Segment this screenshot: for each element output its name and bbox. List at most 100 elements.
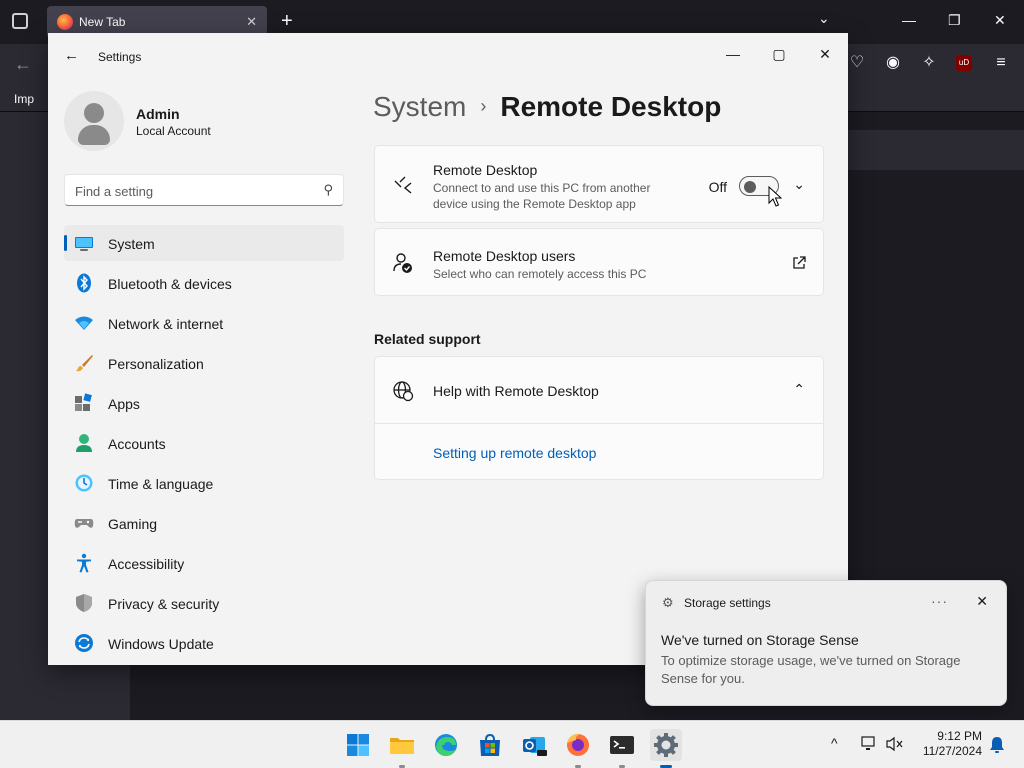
sidebar-item-label: Personalization xyxy=(108,356,204,372)
notification-bell-icon[interactable] xyxy=(989,736,1005,754)
sidebar-item-system[interactable]: System xyxy=(64,225,344,261)
sidebar-item-label: System xyxy=(108,236,155,252)
window-title: Settings xyxy=(98,50,142,64)
system-icon xyxy=(75,237,93,251)
extensions-icon[interactable]: ✧ xyxy=(920,54,938,72)
store-taskbar-button[interactable] xyxy=(474,729,506,761)
more-options-button[interactable]: ··· xyxy=(931,593,948,609)
maximize-button[interactable]: ▢ xyxy=(756,39,802,69)
sidebar-item-label: Gaming xyxy=(108,516,158,532)
sidebar-item-accessibility[interactable]: Accessibility xyxy=(64,545,344,581)
remote-desktop-icon xyxy=(394,176,412,194)
search-box[interactable]: ⚲ xyxy=(64,174,344,206)
external-link-icon[interactable] xyxy=(791,255,807,271)
apps-icon xyxy=(75,393,92,411)
gamepad-icon xyxy=(74,519,94,528)
sidebar-item-label: Network & internet xyxy=(108,316,224,332)
store-icon xyxy=(480,733,500,756)
sidebar-item-label: Privacy & security xyxy=(108,596,220,612)
toast-body: To optimize storage usage, we've turned … xyxy=(661,653,961,686)
sidebar-item-windows-update[interactable]: Windows Update xyxy=(64,625,344,661)
firefox-back-icon[interactable]: ← xyxy=(14,54,32,75)
accessibility-icon xyxy=(77,553,91,573)
remote-desktop-users-card[interactable]: Remote Desktop users Select who can remo… xyxy=(374,228,824,296)
start-button[interactable] xyxy=(342,729,374,761)
globe-help-icon xyxy=(393,381,414,402)
storage-toast[interactable]: ⚙ Storage settings ··· ✕ We've turned on… xyxy=(645,580,1007,706)
volume-muted-icon[interactable] xyxy=(886,736,904,752)
setup-remote-desktop-link[interactable]: Setting up remote desktop xyxy=(433,445,596,461)
firefox-minimize-button[interactable]: — xyxy=(902,12,916,28)
toast-heading: We've turned on Storage Sense xyxy=(661,632,859,648)
outlook-icon xyxy=(523,737,547,756)
minimize-button[interactable]: — xyxy=(710,39,756,69)
file-explorer-taskbar-button[interactable] xyxy=(386,729,418,768)
firefox-restore-button[interactable]: ❐ xyxy=(948,12,961,29)
toggle-knob xyxy=(744,181,756,193)
clock-date: 11/27/2024 xyxy=(922,744,982,758)
search-icon: ⚲ xyxy=(323,182,333,197)
chevron-up-icon[interactable]: ⌃ xyxy=(793,381,805,398)
edge-taskbar-button[interactable] xyxy=(430,729,462,761)
account-type: Local Account xyxy=(136,124,211,138)
terminal-taskbar-button[interactable] xyxy=(606,729,638,768)
card-description: Select who can remotely access this PC xyxy=(433,267,647,281)
tray-chevron-up-icon[interactable]: ^ xyxy=(831,735,838,751)
sidebar-item-label: Accounts xyxy=(108,436,166,452)
toggle-state-label: Off xyxy=(708,179,727,195)
close-button[interactable]: ✕ xyxy=(802,39,848,69)
bluetooth-icon xyxy=(77,273,91,293)
pocket-icon[interactable]: ♡ xyxy=(848,54,866,72)
firefox-search-strip xyxy=(848,130,1024,170)
shield-icon xyxy=(76,594,92,612)
system-clock[interactable]: 9:12 PM 11/27/2024 xyxy=(912,729,982,759)
sidebar-item-personalization[interactable]: Personalization xyxy=(64,345,344,381)
toast-app-name: Storage settings xyxy=(684,596,771,610)
firefox-taskbar-button[interactable] xyxy=(562,729,594,768)
firefox-tab-title: New Tab xyxy=(79,15,126,29)
section-heading: Related support xyxy=(374,331,481,347)
sidebar-item-label: Apps xyxy=(108,396,140,412)
sidebar-nav: System Bluetooth & devices Network & int… xyxy=(64,225,344,665)
chevron-down-icon[interactable]: ⌄ xyxy=(793,176,805,193)
sidebar-item-bluetooth[interactable]: Bluetooth & devices xyxy=(64,265,344,301)
card-title: Remote Desktop xyxy=(433,162,538,178)
firefox-view-icon[interactable] xyxy=(12,13,28,29)
settings-taskbar-button[interactable] xyxy=(650,729,682,768)
account-icon[interactable]: ◉ xyxy=(884,54,902,72)
sidebar-item-gaming[interactable]: Gaming xyxy=(64,505,344,541)
time-language-icon xyxy=(75,474,93,492)
new-tab-button[interactable]: + xyxy=(281,10,293,33)
sidebar-item-accounts[interactable]: Accounts xyxy=(64,425,344,461)
menu-icon[interactable]: ≡ xyxy=(992,54,1010,72)
page-title: Remote Desktop xyxy=(500,91,722,122)
outlook-taskbar-button[interactable] xyxy=(518,729,550,761)
folder-icon xyxy=(390,738,414,754)
card-title: Remote Desktop users xyxy=(433,248,576,264)
clock-time: 9:12 PM xyxy=(937,729,982,743)
wifi-icon xyxy=(75,316,93,330)
sidebar-item-privacy-security[interactable]: Privacy & security xyxy=(64,585,344,621)
sidebar-item-network[interactable]: Network & internet xyxy=(64,305,344,341)
divider xyxy=(375,423,823,424)
list-all-tabs-button[interactable]: ⌄ xyxy=(818,10,830,27)
ublock-icon[interactable]: uD xyxy=(956,55,972,71)
sidebar-item-label: Bluetooth & devices xyxy=(108,276,232,292)
sidebar-item-apps[interactable]: Apps xyxy=(64,385,344,421)
search-input[interactable] xyxy=(75,181,305,201)
close-tab-icon[interactable]: ✕ xyxy=(246,14,257,30)
toast-close-button[interactable]: ✕ xyxy=(976,593,988,610)
network-icon[interactable] xyxy=(861,736,879,752)
settings-title-bar: ← Settings — ▢ ✕ xyxy=(48,33,848,81)
windows-logo-icon xyxy=(347,734,369,756)
help-title[interactable]: Help with Remote Desktop xyxy=(433,383,599,399)
import-bookmarks-link[interactable]: Imp xyxy=(14,92,34,106)
user-name: Admin xyxy=(136,106,180,122)
firefox-close-button[interactable]: ✕ xyxy=(994,12,1006,29)
back-arrow-icon[interactable]: ← xyxy=(64,47,79,64)
edge-icon xyxy=(435,734,457,756)
remote-desktop-card[interactable]: Remote Desktop Connect to and use this P… xyxy=(374,145,824,223)
breadcrumb-parent[interactable]: System xyxy=(373,91,466,122)
sidebar-item-time-language[interactable]: Time & language xyxy=(64,465,344,501)
accounts-icon xyxy=(76,434,92,452)
